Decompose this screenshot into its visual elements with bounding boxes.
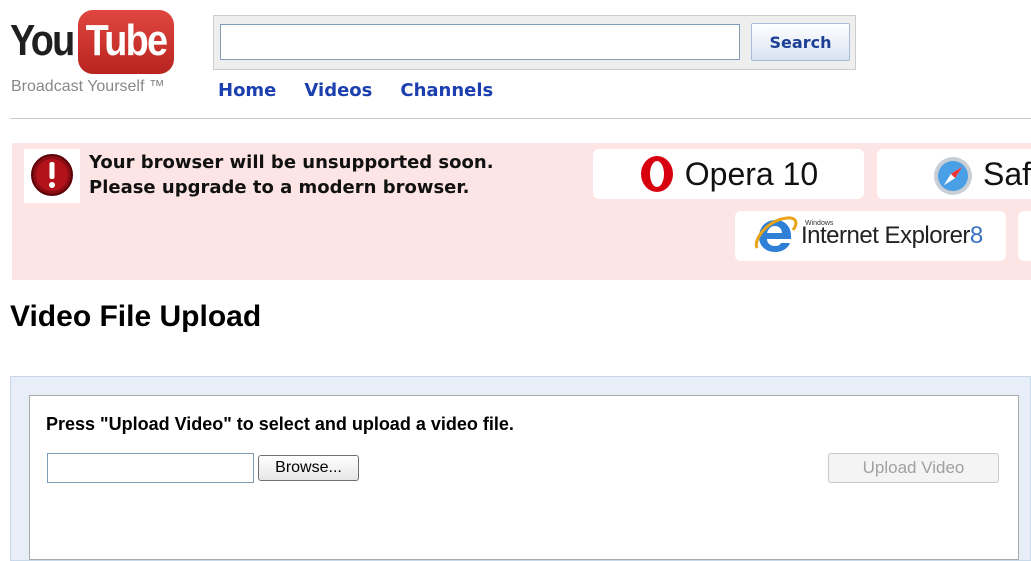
safari-label: Saf — [983, 156, 1031, 192]
banner-message: Your browser will be unsupported soon. P… — [89, 150, 494, 200]
ie-logo-icon — [754, 216, 798, 252]
ie-label-version: 8 — [969, 222, 983, 249]
alert-icon-frame — [24, 149, 80, 203]
banner-message-line1: Your browser will be unsupported soon. — [89, 152, 494, 173]
upload-instruction: Press "Upload Video" to select and uploa… — [46, 414, 514, 434]
upload-video-button[interactable]: Upload Video — [828, 453, 999, 483]
main-nav: Home Videos Channels — [218, 80, 493, 101]
ie-windows-prefix: Windows — [805, 220, 834, 227]
nav-home-link[interactable]: Home — [218, 80, 276, 101]
page: You Tube Broadcast Yourself ™ Search Hom… — [0, 0, 1031, 561]
opera-download-card[interactable]: Opera 10 — [593, 149, 864, 199]
nav-videos-link[interactable]: Videos — [304, 80, 372, 101]
banner-message-line2: Please upgrade to a modern browser. — [89, 177, 470, 198]
upload-form: Press "Upload Video" to select and uploa… — [29, 395, 1019, 560]
file-path-input[interactable] — [47, 453, 254, 483]
search-button[interactable]: Search — [751, 23, 850, 61]
safari-download-card[interactable]: Saf — [877, 149, 1031, 199]
logo-tube-text: Tube — [85, 16, 168, 65]
opera-logo-icon — [640, 156, 673, 192]
partial-browser-card[interactable] — [1018, 211, 1031, 261]
tagline: Broadcast Yourself ™ — [11, 78, 165, 95]
page-title: Video File Upload — [10, 300, 262, 333]
logo-tube-box: Tube — [78, 10, 174, 74]
nav-channels-link[interactable]: Channels — [400, 80, 493, 101]
youtube-logo[interactable]: You Tube — [10, 10, 174, 74]
safari-compass-icon — [934, 157, 972, 195]
upload-panel: Press "Upload Video" to select and uploa… — [10, 376, 1031, 561]
browser-warning-banner: Your browser will be unsupported soon. P… — [12, 143, 1031, 280]
header-divider — [10, 118, 1031, 119]
browse-button[interactable]: Browse... — [258, 455, 359, 481]
search-bar: Search — [213, 15, 856, 70]
search-input[interactable] — [220, 24, 740, 60]
opera-label: Opera 10 — [684, 155, 819, 192]
ie-label: Windows Internet Explorer8 — [801, 220, 983, 250]
logo-you-text: You — [10, 16, 75, 65]
ie-download-card[interactable]: Windows Internet Explorer8 — [735, 211, 1006, 261]
alert-icon — [31, 154, 73, 196]
